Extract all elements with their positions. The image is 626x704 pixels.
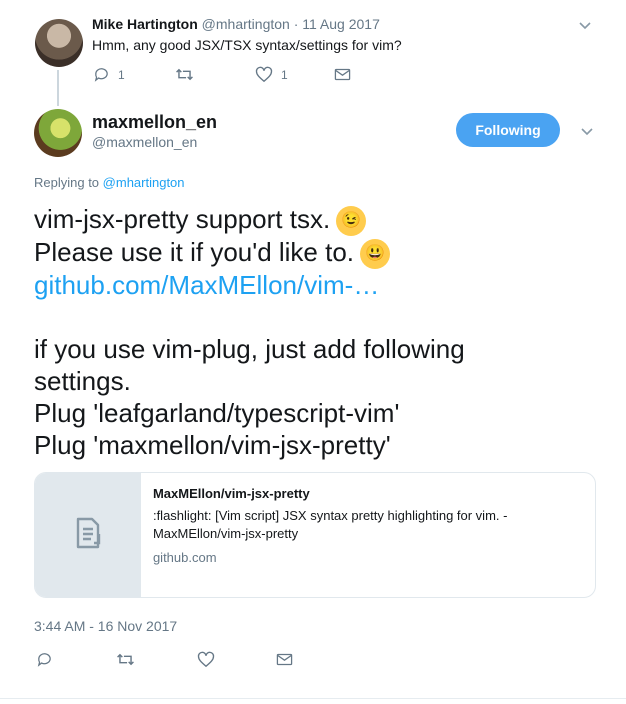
card-body: MaxMEllon/vim-jsx-pretty :flashlight: [V… <box>141 473 595 597</box>
like-icon <box>197 651 215 668</box>
parent-reply-count: 1 <box>118 67 125 82</box>
replying-to-line: Replying to @mhartington <box>34 175 185 190</box>
main-display-name[interactable]: maxmellon_en <box>92 112 217 133</box>
card-domain: github.com <box>152 550 217 565</box>
reply-icon <box>93 66 110 83</box>
parent-display-name[interactable]: Mike Hartington <box>92 16 198 32</box>
link-preview-card[interactable]: MaxMEllon/vim-jsx-pretty :flashlight: [V… <box>34 472 596 598</box>
tweet-line: if you use vim-plug, just add following <box>34 334 465 365</box>
following-button[interactable]: Following <box>456 113 560 147</box>
main-handle[interactable]: @maxmellon_en <box>92 134 197 150</box>
parent-like-button[interactable]: 1 <box>255 66 288 83</box>
main-like-button[interactable] <box>197 651 215 668</box>
main-reply-button[interactable] <box>36 651 53 668</box>
parent-handle-and-date[interactable]: @mhartington · 11 Aug 2017 <box>202 16 380 32</box>
card-title: MaxMEllon/vim-jsx-pretty <box>152 486 310 501</box>
avatar-maxmellon[interactable] <box>34 109 82 157</box>
parent-tweet-header: Mike Hartington @mhartington · 11 Aug 20… <box>92 16 380 32</box>
tweet-line: Please use it if you'd like to. 😃 <box>34 236 594 270</box>
like-icon <box>255 66 273 83</box>
document-icon <box>70 515 106 556</box>
tweet-line: Plug 'leafgarland/typescript-vim' <box>34 398 400 429</box>
tweet-line: Plug 'maxmellon/vim-jsx-pretty' <box>34 430 391 461</box>
replying-to-link[interactable]: @mhartington <box>103 175 185 190</box>
smile-emoji: 😃 <box>360 239 391 270</box>
retweet-icon <box>116 651 135 668</box>
tweet-body: vim-jsx-pretty support tsx. 😉 Please use … <box>34 203 594 461</box>
main-chevron-down-icon[interactable] <box>580 124 594 142</box>
thread-connector-line <box>57 70 59 106</box>
message-icon <box>334 67 351 82</box>
wink-emoji: 😉 <box>336 206 367 237</box>
tweet-line: settings. <box>34 366 131 397</box>
avatar-mike-hartington[interactable] <box>35 19 83 67</box>
parent-like-count: 1 <box>281 67 288 82</box>
parent-reply-button[interactable]: 1 <box>93 66 125 83</box>
message-icon <box>276 652 293 667</box>
parent-message-button[interactable] <box>334 67 351 82</box>
tweet-line: vim-jsx-pretty support tsx. 😉 <box>34 203 594 237</box>
retweet-icon <box>175 66 194 83</box>
main-message-button[interactable] <box>276 652 293 667</box>
replying-prefix: Replying to <box>34 175 100 190</box>
parent-tweet-text: Hmm, any good JSX/TSX syntax/settings fo… <box>92 37 402 53</box>
bottom-divider <box>0 698 626 699</box>
tweet-github-link[interactable]: github.com/MaxMEllon/vim-… <box>34 269 594 301</box>
parent-chevron-down-icon[interactable] <box>578 18 592 36</box>
reply-icon <box>36 651 53 668</box>
tweet-timestamp[interactable]: 3:44 AM - 16 Nov 2017 <box>34 618 177 634</box>
card-thumbnail <box>35 473 141 597</box>
main-retweet-button[interactable] <box>116 651 135 668</box>
card-description: :flashlight: [Vim script] JSX syntax pre… <box>152 508 508 541</box>
parent-retweet-button[interactable] <box>175 66 194 83</box>
